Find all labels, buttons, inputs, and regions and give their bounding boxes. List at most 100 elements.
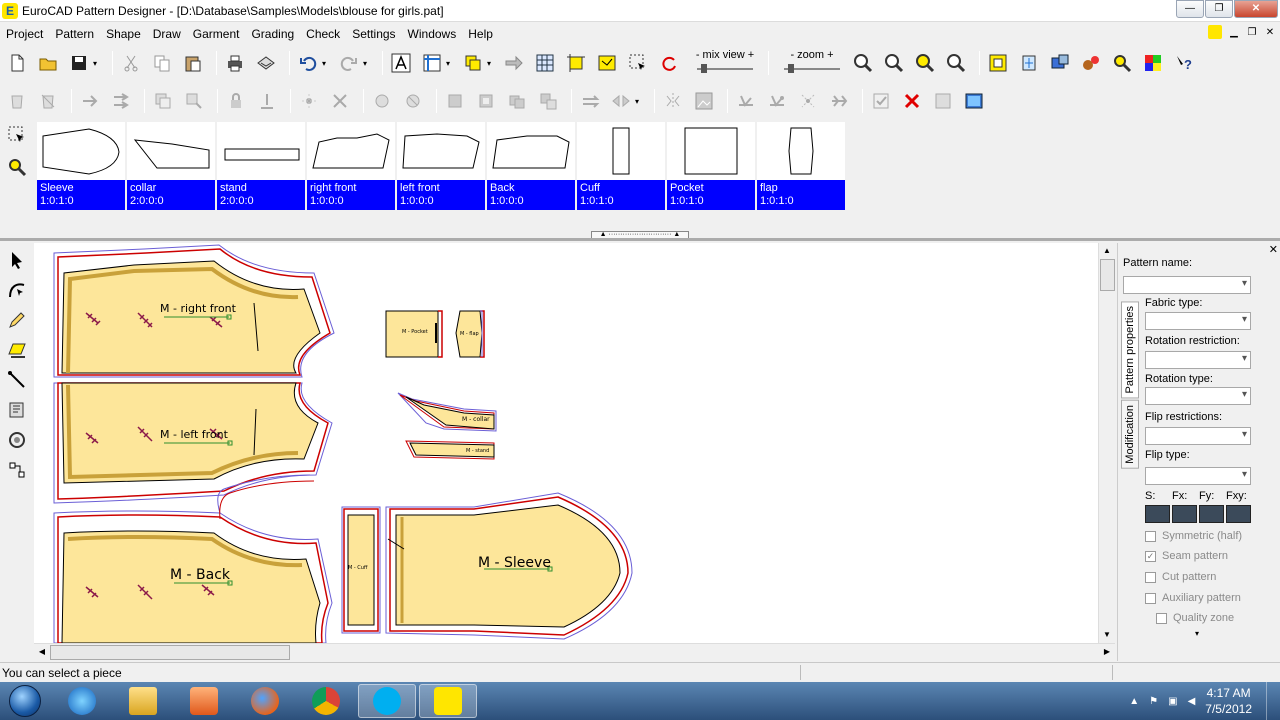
zoom-fit-icon[interactable] (912, 50, 938, 76)
scroll-up-icon[interactable]: ▲ (1099, 243, 1115, 259)
rotation-restriction-select[interactable] (1145, 351, 1251, 369)
drawing-canvas[interactable]: M - right front M - left front M - Back … (34, 243, 1098, 643)
right-front-piece[interactable]: M - right front (53, 244, 335, 378)
frame-icon[interactable] (930, 88, 956, 114)
pattern-name-select[interactable] (1123, 276, 1251, 294)
piece-thumb-left-front[interactable]: left front 1:0:0:0 (397, 122, 485, 210)
canvas-horizontal-scrollbar[interactable]: ◀ ▶ (34, 643, 1115, 660)
notch-icon[interactable] (369, 88, 395, 114)
curve-tool-icon[interactable] (4, 277, 30, 303)
pocket-piece[interactable]: M - Pocket (385, 310, 443, 358)
group-icon[interactable] (442, 88, 468, 114)
lock-icon[interactable] (223, 88, 249, 114)
mdi-close-icon[interactable]: ✕ (1264, 27, 1276, 38)
scale-swatch-fx[interactable] (1172, 505, 1197, 523)
undo-dropdown-icon[interactable]: ▾ (322, 59, 330, 68)
move-right-icon[interactable] (77, 88, 103, 114)
cut-icon[interactable] (118, 50, 144, 76)
redo-dropdown-icon[interactable]: ▾ (363, 59, 371, 68)
points-icon[interactable] (296, 88, 322, 114)
piece-thumb-collar[interactable]: collar 2:0:0:0 (127, 122, 215, 210)
print-icon[interactable] (222, 50, 248, 76)
select-area-icon[interactable] (625, 50, 651, 76)
tab-modification[interactable]: Modification (1121, 400, 1139, 470)
panel-scroll-down-icon[interactable]: ▾ (1195, 629, 1199, 638)
taskbar-eurocad[interactable] (419, 684, 477, 718)
piece-frame-icon[interactable] (985, 50, 1011, 76)
piece-thumb-sleeve[interactable]: Sleeve 1:0:1:0 (37, 122, 125, 210)
volume-icon[interactable]: ◀ (1188, 696, 1196, 707)
arrow-piece-icon[interactable] (501, 50, 527, 76)
zoom-piece-tool-icon[interactable] (4, 154, 30, 180)
fabric-type-select[interactable] (1145, 312, 1251, 330)
menu-settings[interactable]: Settings (346, 27, 401, 41)
zoom-in-icon[interactable] (850, 50, 876, 76)
flip-dropdown-icon[interactable]: ▾ (635, 97, 643, 106)
piece-thumb-back[interactable]: Back 1:0:0:0 (487, 122, 575, 210)
pointer-tool-icon[interactable] (4, 247, 30, 273)
taskbar-skype[interactable] (358, 684, 416, 718)
collar-piece[interactable]: M - collar (397, 392, 497, 432)
pane-splitter[interactable] (0, 238, 1280, 241)
undo-icon[interactable] (295, 50, 321, 76)
new-file-icon[interactable] (4, 50, 30, 76)
piece-thumb-cuff[interactable]: Cuff 1:0:1:0 (577, 122, 665, 210)
network-flag-icon[interactable]: ⚑ (1149, 696, 1158, 707)
copy-icon[interactable] (149, 50, 175, 76)
restore-button[interactable]: ❐ (1205, 0, 1233, 18)
zoom-all-icon[interactable] (943, 50, 969, 76)
table-grid-icon[interactable] (532, 50, 558, 76)
mix-view-knob[interactable] (701, 64, 707, 73)
open-folder-icon[interactable] (35, 50, 61, 76)
piece-thumb-pocket[interactable]: Pocket 1:0:1:0 (667, 122, 755, 210)
split-icon[interactable] (535, 88, 561, 114)
image-icon[interactable] (691, 88, 717, 114)
pencil-tool-icon[interactable] (4, 307, 30, 333)
help-icon[interactable]: ? (1171, 50, 1197, 76)
layers-icon[interactable] (460, 50, 486, 76)
paste-icon[interactable] (180, 50, 206, 76)
mirror-icon[interactable] (577, 88, 603, 114)
quality-zone-checkbox[interactable]: Quality zone (1156, 612, 1234, 624)
save-dropdown-icon[interactable]: ▾ (93, 59, 101, 68)
minimize-button[interactable]: — (1176, 0, 1204, 18)
back-piece[interactable]: M - Back (53, 510, 333, 643)
menu-windows[interactable]: Windows (402, 27, 463, 41)
color-palette-icon[interactable] (1140, 50, 1166, 76)
line-tool-icon[interactable] (4, 367, 30, 393)
seam-pattern-checkbox[interactable]: ✓ Seam pattern (1145, 550, 1228, 562)
menu-project[interactable]: Project (0, 27, 49, 41)
symmetric-checkbox[interactable]: Symmetric (half) (1145, 530, 1242, 542)
taskbar-ie[interactable] (53, 684, 111, 718)
checkbox-box[interactable] (1156, 612, 1167, 624)
delete-points-icon[interactable] (327, 88, 353, 114)
select-piece-tool-icon[interactable] (4, 122, 30, 148)
scale-swatch-s[interactable] (1145, 505, 1170, 523)
piece-thumb-flap[interactable]: flap 1:0:1:0 (757, 122, 845, 210)
text-tool-icon[interactable] (388, 50, 414, 76)
grade-rule-icon[interactable] (733, 88, 759, 114)
canvas-vertical-scrollbar[interactable]: ▲ ▼ (1098, 243, 1115, 643)
checkbox-box[interactable] (1145, 592, 1156, 604)
spiral-tool-icon[interactable] (4, 427, 30, 453)
start-button[interactable] (0, 682, 50, 720)
pattern-edit-tool-icon[interactable] (4, 397, 30, 423)
flip-restrictions-select[interactable] (1145, 427, 1251, 445)
auxiliary-pattern-checkbox[interactable]: Auxiliary pattern (1145, 592, 1241, 604)
taskbar-media-player[interactable] (175, 684, 233, 718)
network-icon[interactable]: ▣ (1168, 696, 1177, 707)
rotation-type-select[interactable] (1145, 387, 1251, 405)
left-front-piece[interactable]: M - left front (53, 382, 333, 504)
taskbar-explorer[interactable] (114, 684, 172, 718)
duplicate-piece-icon[interactable] (181, 88, 207, 114)
scale-swatch-fxy[interactable] (1226, 505, 1251, 523)
cancel-red-x-icon[interactable] (899, 88, 925, 114)
menu-check[interactable]: Check (300, 27, 346, 41)
checkbox-box-checked[interactable]: ✓ (1145, 550, 1156, 562)
cuff-piece[interactable]: M - Cuff (341, 506, 381, 634)
ruler-tool-icon[interactable] (4, 337, 30, 363)
tray-expand-icon[interactable]: ▲ (1129, 696, 1139, 707)
plotter-icon[interactable] (253, 50, 279, 76)
layers-dropdown-icon[interactable]: ▾ (487, 59, 495, 68)
notch-delete-icon[interactable] (400, 88, 426, 114)
